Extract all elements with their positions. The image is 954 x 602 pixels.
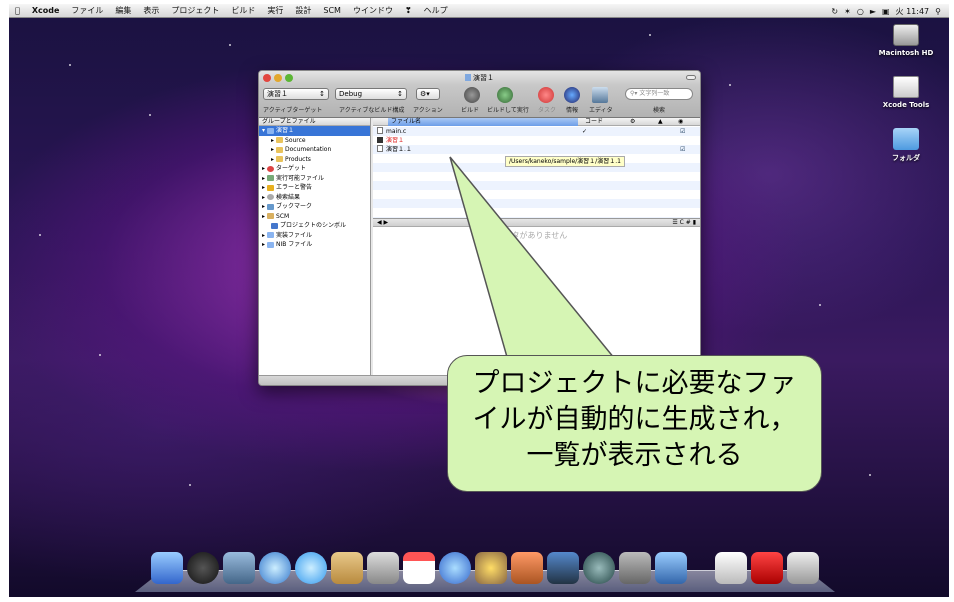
document-stack-icon[interactable] [715, 552, 747, 584]
mail-icon[interactable] [223, 552, 255, 584]
callout-pointer [449, 156, 621, 365]
xcode-icon[interactable] [655, 552, 687, 584]
filezilla-icon[interactable] [751, 552, 783, 584]
dock [135, 544, 835, 594]
explanation-callout: プロジェクトに必要なファ イルが自動的に生成され， 一覧が表示される [447, 355, 822, 492]
itunes-icon[interactable] [439, 552, 471, 584]
trash-icon[interactable] [787, 552, 819, 584]
callout-line: イルが自動的に生成され， [472, 404, 797, 435]
iphoto-icon[interactable] [367, 552, 399, 584]
spaces-icon[interactable] [547, 552, 579, 584]
desktop-screen:  Xcode ファイル 編集 表示 プロジェクト ビルド 実行 設計 SCM … [9, 4, 949, 597]
dashboard-icon[interactable] [187, 552, 219, 584]
callout-line: 一覧が表示される [526, 440, 743, 471]
finder-icon[interactable] [151, 552, 183, 584]
system-preferences-icon[interactable] [619, 552, 651, 584]
callout-line: プロジェクトに必要なファ [472, 368, 797, 399]
time-machine-icon[interactable] [583, 552, 615, 584]
imovie-icon[interactable] [475, 552, 507, 584]
ical-icon[interactable] [403, 552, 435, 584]
safari-icon[interactable] [259, 552, 291, 584]
address-book-icon[interactable] [331, 552, 363, 584]
garageband-icon[interactable] [511, 552, 543, 584]
ichat-icon[interactable] [295, 552, 327, 584]
